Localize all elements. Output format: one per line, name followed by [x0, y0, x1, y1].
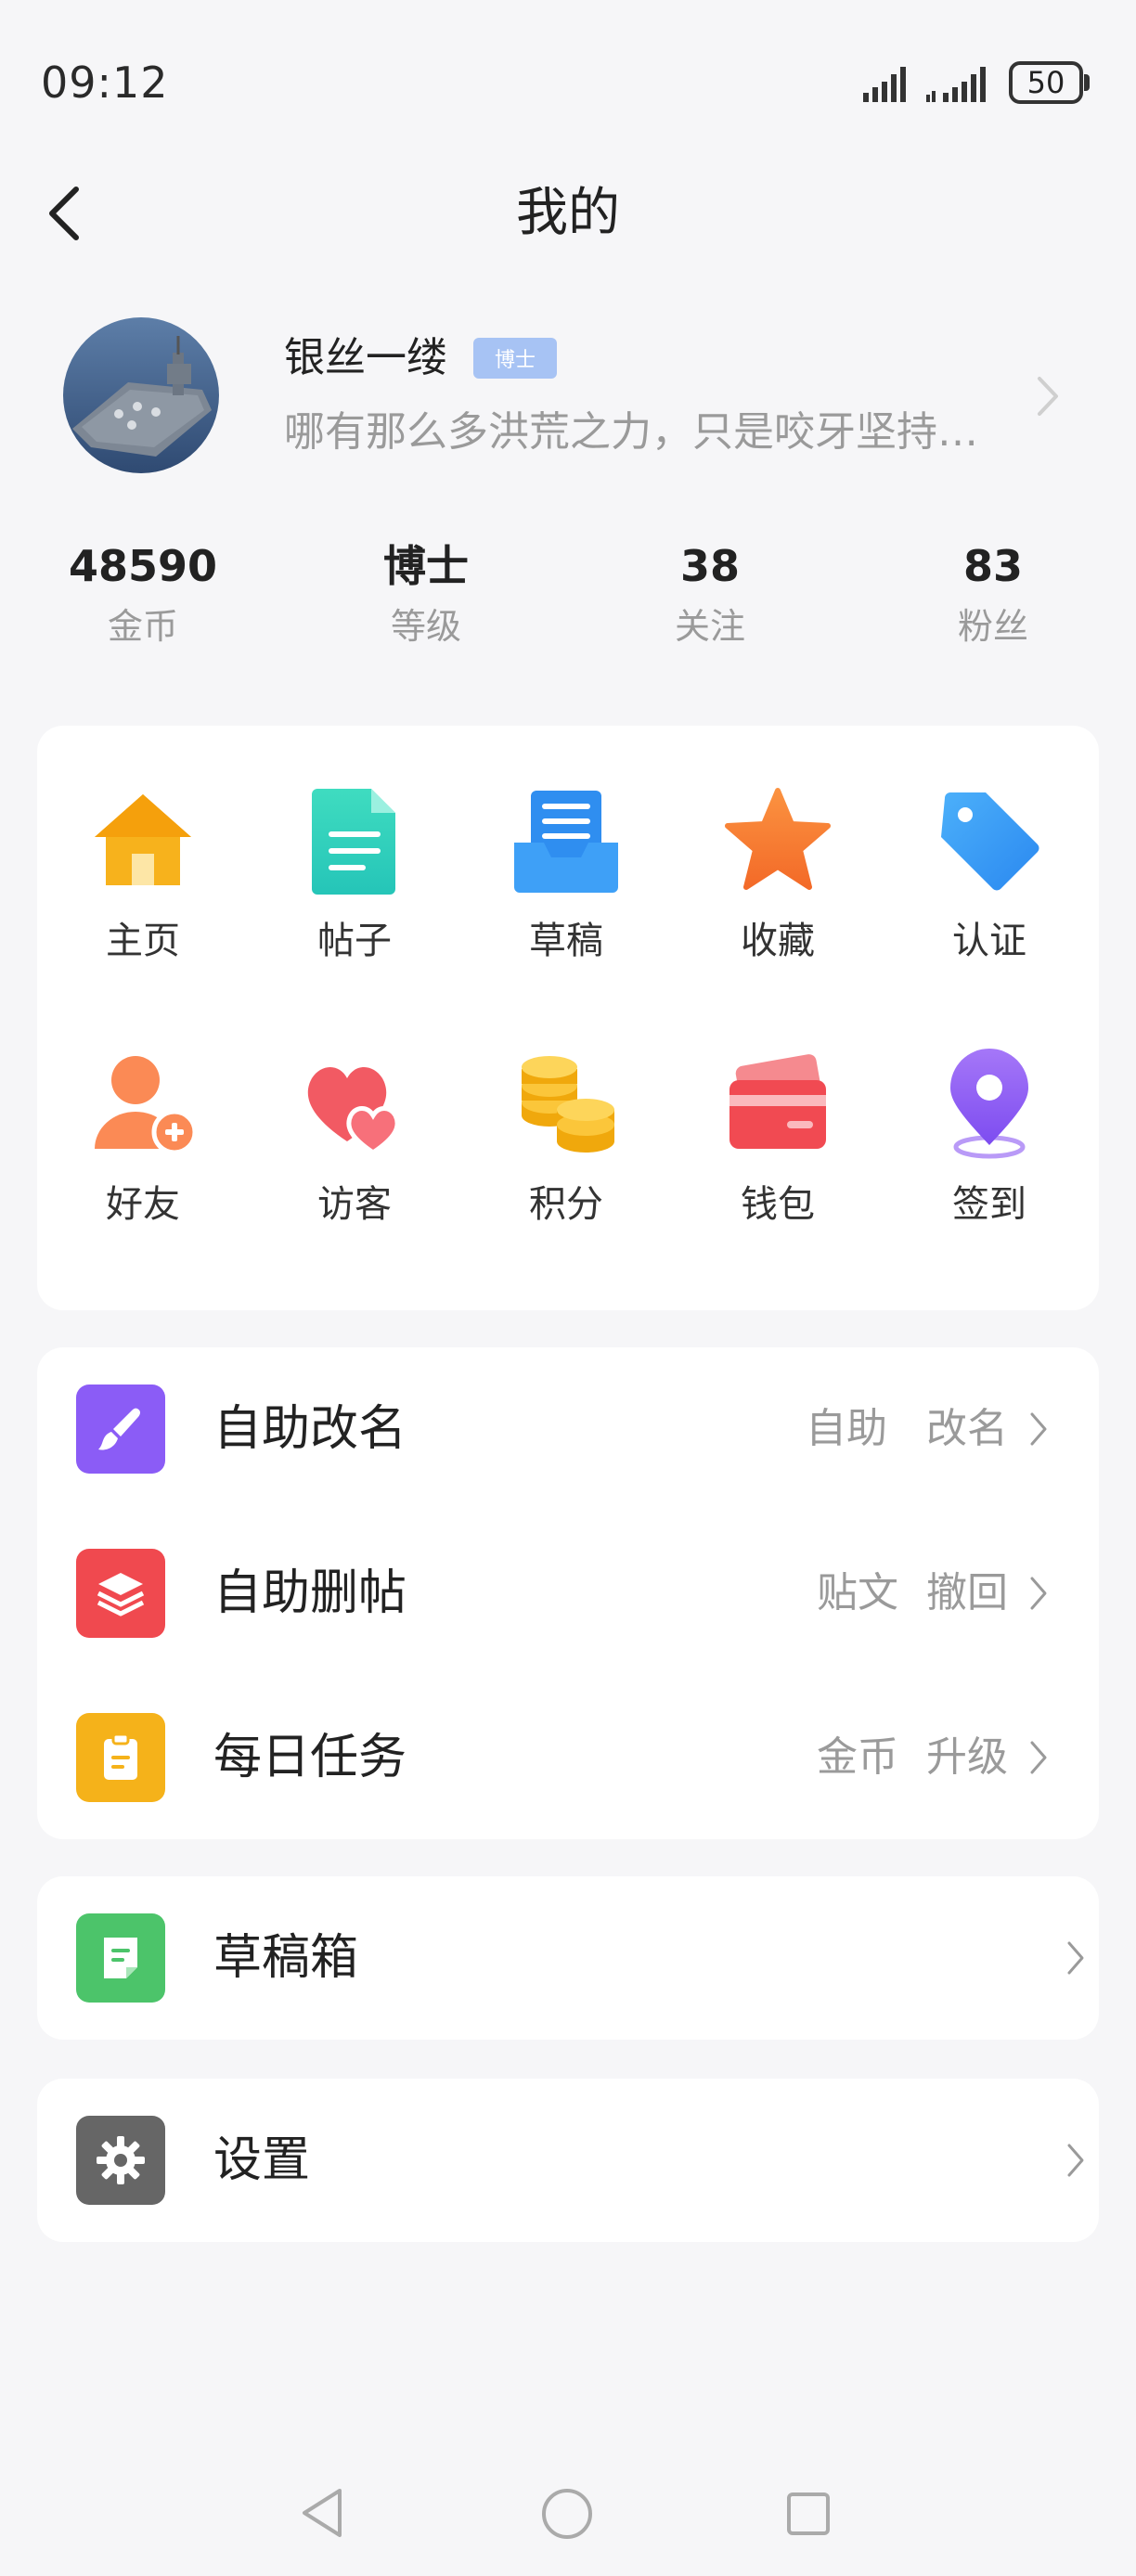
- nav-recents-icon[interactable]: [785, 2491, 832, 2537]
- stat-value: 83: [962, 541, 1023, 591]
- grid-item-posts[interactable]: 帖子: [262, 785, 447, 967]
- stat-followers[interactable]: 83 粉丝: [891, 538, 1095, 653]
- home-icon: [95, 794, 191, 885]
- add-friend-icon: [95, 1056, 198, 1155]
- grid-label: 收藏: [741, 920, 815, 962]
- location-pin-icon: [950, 1049, 1028, 1159]
- stat-label: 等级: [390, 606, 461, 647]
- grid-label: 钱包: [741, 1183, 815, 1226]
- wallet-card-icon: [729, 1054, 826, 1149]
- nav-home-icon[interactable]: [540, 2487, 594, 2541]
- rank-badge: 博士: [473, 338, 557, 379]
- layers-icon: [76, 1549, 165, 1638]
- row-tag-2: 改名: [926, 1405, 1008, 1452]
- grid-item-checkin[interactable]: 签到: [897, 1049, 1082, 1230]
- grid-label: 帖子: [317, 920, 392, 962]
- menu-row-daily-tasks[interactable]: 每日任务 金币 升级: [37, 1676, 1099, 1839]
- chevron-right-icon: [1030, 1412, 1047, 1446]
- grid-item-home[interactable]: 主页: [50, 785, 236, 967]
- row-tag-2: 升级: [926, 1733, 1008, 1781]
- status-time: 09:12: [41, 58, 169, 108]
- brush-icon: [76, 1385, 165, 1474]
- signal-strength-2-icon: [926, 67, 986, 102]
- star-icon: [725, 788, 831, 890]
- chevron-right-icon: [1030, 1741, 1047, 1774]
- row-label: 设置: [213, 2132, 311, 2188]
- row-label: 自助删帖: [213, 1565, 407, 1621]
- grid-item-favorites[interactable]: 收藏: [685, 785, 871, 967]
- coins-icon: [522, 1056, 614, 1153]
- back-button[interactable]: [37, 176, 93, 251]
- row-tag-2: 撤回: [926, 1569, 1008, 1616]
- clipboard-icon: [76, 1713, 165, 1802]
- row-label: 草稿箱: [213, 1930, 359, 1986]
- grid-label: 签到: [952, 1183, 1026, 1226]
- gear-icon: [76, 2116, 165, 2205]
- row-tag-1: 贴文: [817, 1569, 898, 1616]
- stat-value: 48590: [68, 541, 218, 591]
- grid-item-points[interactable]: 积分: [473, 1049, 659, 1230]
- avatar[interactable]: [63, 317, 219, 473]
- battery-icon: 50: [1009, 61, 1083, 104]
- page-title: 我的: [516, 183, 620, 243]
- note-icon: [76, 1913, 165, 2003]
- menu-row-drafts[interactable]: 草稿箱: [37, 1876, 1099, 2040]
- stat-label: 粉丝: [957, 606, 1028, 647]
- battery-tip: [1084, 74, 1090, 91]
- stat-value: 博士: [383, 541, 469, 591]
- grid-label: 认证: [952, 920, 1026, 962]
- username: 银丝一缕: [284, 334, 447, 381]
- chevron-right-icon: [1030, 1577, 1047, 1610]
- menu-row-settings[interactable]: 设置: [37, 2079, 1099, 2242]
- stat-label: 关注: [674, 606, 745, 647]
- menu-row-delete-post[interactable]: 自助删帖 贴文 撤回: [37, 1512, 1099, 1675]
- menu-row-rename[interactable]: 自助改名 自助 改名: [37, 1347, 1099, 1511]
- row-label: 自助改名: [213, 1401, 407, 1457]
- chevron-left-icon: [49, 187, 79, 240]
- grid-item-wallet[interactable]: 钱包: [685, 1049, 871, 1230]
- grid-label: 草稿: [529, 920, 603, 962]
- nav-back-icon[interactable]: [299, 2487, 345, 2539]
- grid-label: 访客: [317, 1183, 392, 1226]
- grid-item-verify[interactable]: 认证: [897, 785, 1082, 967]
- profile-chevron-right-icon[interactable]: [1032, 373, 1064, 419]
- grid-item-friends[interactable]: 好友: [50, 1049, 236, 1230]
- draft-tray-icon: [514, 791, 618, 893]
- hearts-icon: [307, 1067, 400, 1156]
- row-tag-1: 自助: [806, 1405, 887, 1452]
- grid-item-drafts[interactable]: 草稿: [473, 785, 659, 967]
- chevron-right-icon: [1067, 2144, 1084, 2177]
- grid-item-visitors[interactable]: 访客: [262, 1049, 447, 1230]
- stat-following[interactable]: 38 关注: [608, 538, 812, 653]
- row-label: 每日任务: [213, 1730, 407, 1785]
- signature: 哪有那么多洪荒之力，只是咬牙坚持…: [284, 408, 978, 456]
- stat-coins[interactable]: 48590 金币: [41, 538, 245, 653]
- grid-label: 主页: [106, 920, 180, 962]
- grid-label: 好友: [106, 1183, 180, 1226]
- chevron-right-icon: [1067, 1941, 1084, 1975]
- tag-icon: [941, 792, 1039, 891]
- avatar-aircraft-carrier-image: [63, 317, 219, 473]
- stat-level[interactable]: 博士 等级: [324, 538, 528, 653]
- signal-strength-icon: [863, 67, 906, 102]
- stat-label: 金币: [107, 606, 178, 647]
- stat-value: 38: [679, 541, 740, 591]
- document-icon: [312, 789, 395, 895]
- row-tag-1: 金币: [817, 1733, 898, 1781]
- grid-label: 积分: [529, 1183, 603, 1226]
